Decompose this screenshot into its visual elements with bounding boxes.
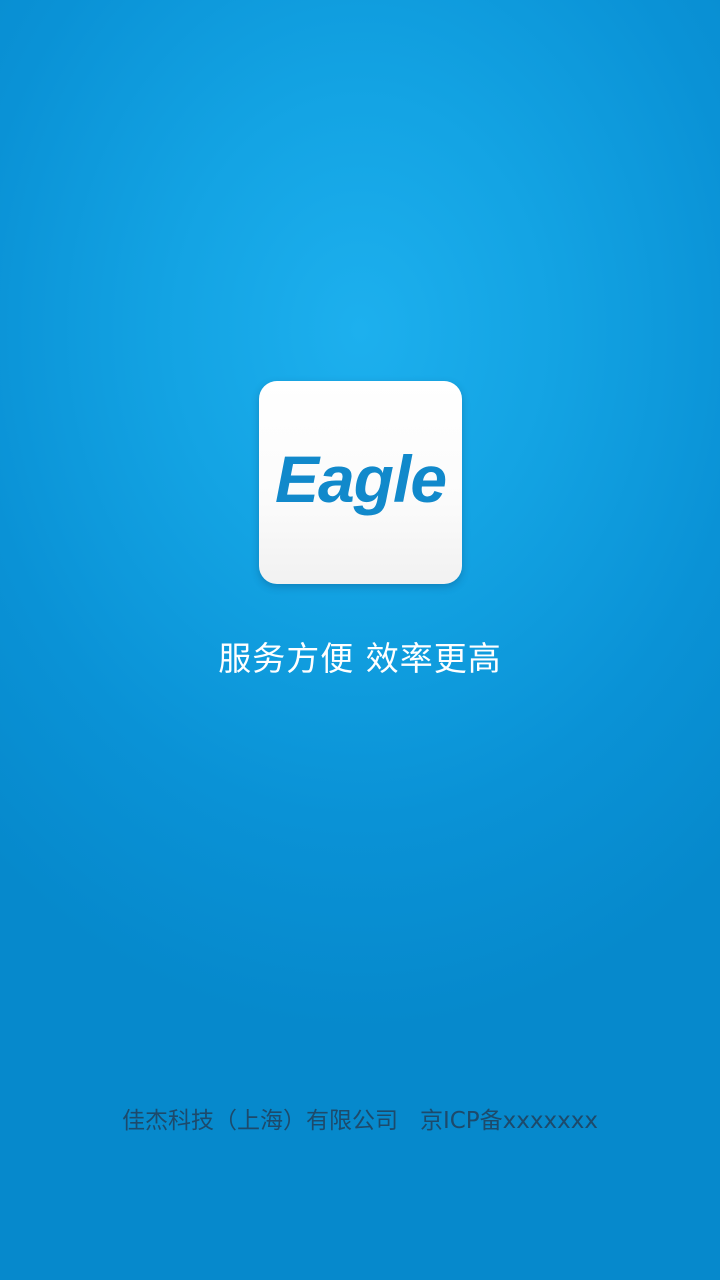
logo-wordmark: Eagle <box>274 441 447 516</box>
footer-copyright: 佳杰科技（上海）有限公司 京ICP备xxxxxxx <box>122 1108 598 1134</box>
app-logo: Eagle <box>259 381 462 584</box>
tagline: 服务方便 效率更高 <box>218 639 502 678</box>
splash-screen: Eagle 服务方便 效率更高 佳杰科技（上海）有限公司 京ICP备xxxxxx… <box>0 0 720 1280</box>
